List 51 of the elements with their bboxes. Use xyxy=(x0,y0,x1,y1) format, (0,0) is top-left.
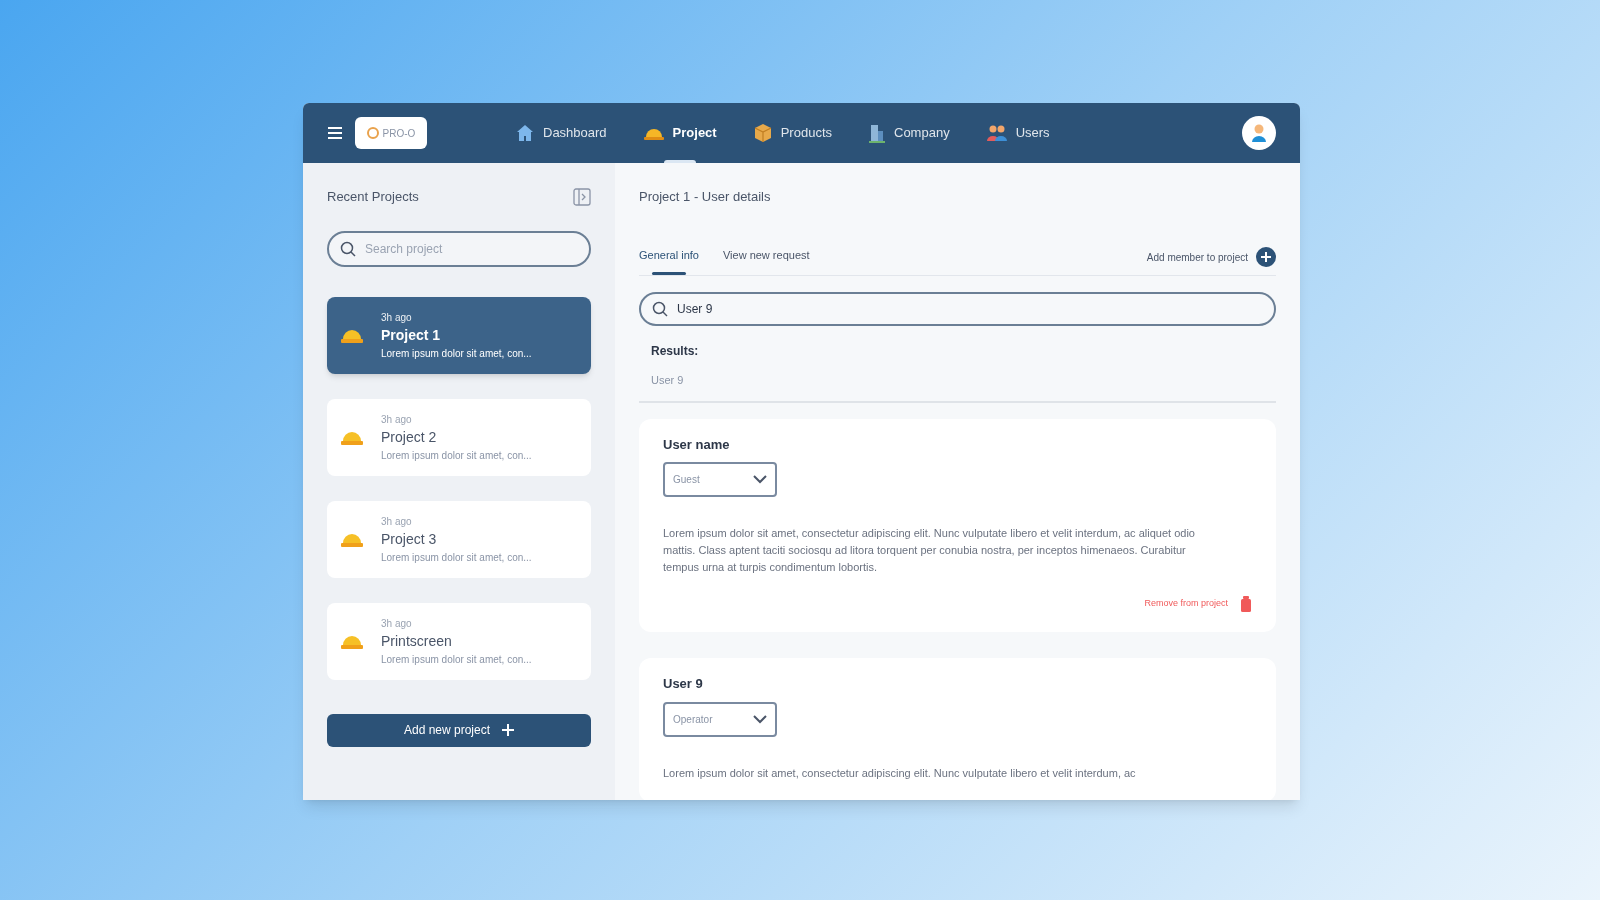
plus-icon xyxy=(502,724,515,736)
nav-tab[interactable]: Project xyxy=(642,103,717,163)
search-icon xyxy=(340,240,356,257)
project-name: Project 1 xyxy=(381,325,442,345)
nav-tab[interactable]: Users xyxy=(985,103,1050,163)
add-project-button[interactable]: Add new project xyxy=(327,713,591,747)
tab[interactable]: View new request xyxy=(722,246,810,275)
house-icon xyxy=(515,123,535,143)
search-field[interactable]: Search project xyxy=(327,230,591,267)
nav-tab[interactable]: Dashboard xyxy=(515,103,607,163)
chevron-down-icon xyxy=(753,714,767,724)
project-description: Lorem ipsum dolor sit amet, con... xyxy=(381,346,532,361)
users-icon xyxy=(985,124,1008,142)
user-description: Lorem ipsum dolor sit amet, consectetur adipiscing elit. Nunc vulputate libero et velit interdum, ac xyxy=(663,765,1137,781)
sidebar-title: Recent Projects xyxy=(327,188,419,206)
collapse-icon[interactable] xyxy=(573,187,591,206)
project-description: Lorem ipsum dolor sit amet, con... xyxy=(381,652,532,667)
building-icon xyxy=(868,123,886,143)
box-icon xyxy=(752,123,773,143)
trash-icon[interactable] xyxy=(1240,596,1252,612)
user-search-field[interactable]: User 9 xyxy=(639,292,1276,326)
user-name: User name xyxy=(663,435,731,454)
search-icon xyxy=(652,301,668,317)
page-title: Project 1 - User details xyxy=(639,188,772,206)
logo-text: PRO-O xyxy=(382,126,416,141)
chevron-down-icon xyxy=(753,475,767,484)
project-time: 3h ago xyxy=(381,412,413,427)
results-label: Results: xyxy=(651,343,700,360)
project-time: 3h ago xyxy=(381,616,413,631)
plus-circle-icon xyxy=(1256,247,1276,267)
add-member-link[interactable]: Add member to project xyxy=(1146,247,1276,275)
project-description: Lorem ipsum dolor sit amet, con... xyxy=(381,448,532,463)
project-card[interactable]: 3h ago Project 1 Lorem ipsum dolor sit amet, con... xyxy=(327,296,591,374)
project-time: 3h ago xyxy=(381,514,413,529)
project-card[interactable]: 3h ago Printscreen Lorem ipsum dolor sit amet, con... xyxy=(327,602,591,680)
project-name: Printscreen xyxy=(381,631,453,651)
user-description: Lorem ipsum dolor sit amet, consectetur adipiscing elit. Nunc vulputate libero et velit interdum, ac aliquet odio mattis. Class aptent taciti sociosqu ad litora torquent per conubia nostra, per inceptos himenaeos. Curabitur tempus urna at turpis condimentum lobortis. xyxy=(663,526,1196,575)
tab[interactable]: General info xyxy=(639,246,699,275)
nav-tab[interactable]: Company xyxy=(868,103,950,163)
project-card[interactable]: 3h ago Project 2 Lorem ipsum dolor sit amet, con... xyxy=(327,398,591,476)
nav-tab[interactable]: Products xyxy=(752,103,832,163)
project-name: Project 2 xyxy=(381,427,438,447)
project-time: 3h ago xyxy=(381,310,413,325)
avatar-icon[interactable] xyxy=(1242,116,1276,150)
project-description: Lorem ipsum dolor sit amet, con... xyxy=(381,550,532,565)
remove-link[interactable]: Remove from project xyxy=(1144,597,1228,611)
user-name: User 9 xyxy=(663,675,704,693)
menu-icon[interactable] xyxy=(327,126,343,140)
logo-icon xyxy=(366,127,379,139)
project-card[interactable]: 3h ago Project 3 Lorem ipsum dolor sit amet, con... xyxy=(327,500,591,578)
project-name: Project 3 xyxy=(381,529,438,549)
